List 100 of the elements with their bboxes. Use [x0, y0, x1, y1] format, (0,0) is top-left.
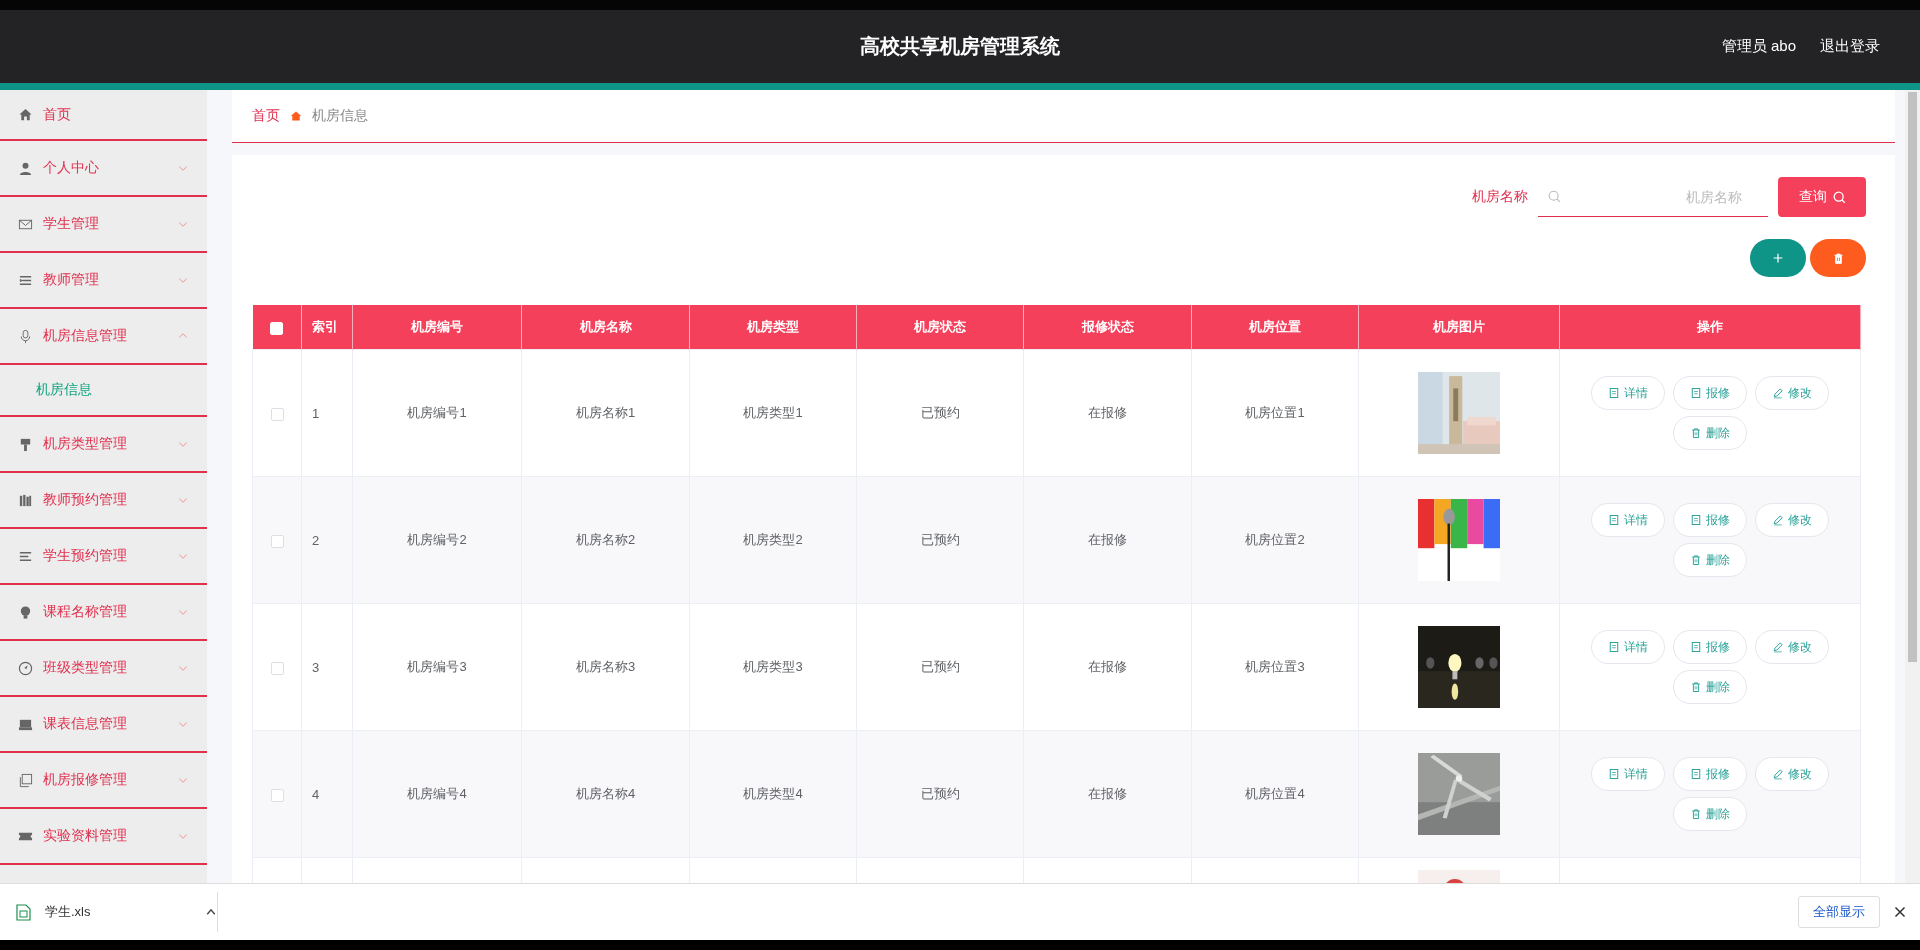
row-checkbox[interactable]	[270, 788, 284, 802]
table-cell: 已预约	[920, 659, 960, 674]
books-icon	[18, 492, 33, 508]
table-cell: 机房名称2	[575, 532, 636, 547]
document-icon	[1690, 641, 1702, 653]
logout-link[interactable]: 退出登录	[1820, 37, 1880, 56]
home-icon	[18, 107, 33, 122]
table-cell: 机房位置4	[1245, 786, 1305, 801]
document-icon	[1608, 641, 1620, 653]
action-button[interactable]: 修改	[1755, 376, 1829, 410]
table-cell: 机房名称4	[575, 786, 636, 801]
table-cell: 机房类型2	[743, 532, 803, 547]
table-cell: 在报修	[1088, 405, 1127, 420]
close-icon[interactable]	[1894, 906, 1906, 918]
table-cell: 机房名称1	[575, 405, 636, 420]
trash-icon	[1690, 427, 1702, 439]
document-icon	[1608, 387, 1620, 399]
table-cell: 机房编号3	[407, 659, 467, 674]
pencil-icon	[1772, 514, 1784, 526]
table-cell: 机房类型4	[743, 786, 803, 801]
document-icon	[1608, 768, 1620, 780]
user-icon	[18, 160, 33, 176]
table-cell: 机房编号1	[407, 405, 467, 420]
action-button[interactable]: 修改	[1755, 757, 1829, 791]
trash-icon	[1690, 554, 1702, 566]
column-header: 报修状态	[1081, 319, 1134, 334]
delete-button[interactable]	[1810, 239, 1866, 277]
search-input[interactable]: 机房名称	[1567, 187, 1758, 206]
column-header: 机房图片	[1433, 319, 1485, 334]
column-header: 机房状态	[914, 319, 966, 334]
document-icon	[1690, 768, 1702, 780]
row-checkbox[interactable]	[270, 661, 284, 675]
action-button[interactable]: 删除	[1673, 797, 1747, 831]
submenu-item[interactable]: 机房信息	[36, 381, 92, 399]
microphone-icon	[18, 328, 33, 344]
action-button[interactable]: 详情	[1591, 376, 1665, 410]
action-button[interactable]: 报修	[1673, 503, 1747, 537]
compass-icon	[18, 660, 33, 676]
app-title: 高校共享机房管理系统	[860, 34, 1060, 59]
table-cell: 1	[312, 405, 320, 421]
table-cell: 在报修	[1088, 659, 1127, 674]
trash-icon	[1831, 251, 1845, 265]
column-header: 索引	[312, 319, 338, 334]
table-cell: 机房编号4	[407, 786, 467, 801]
copy-icon	[18, 772, 33, 788]
row-checkbox[interactable]	[270, 534, 284, 548]
action-button[interactable]: 删除	[1673, 670, 1747, 704]
table-cell: 在报修	[1088, 532, 1127, 547]
column-header: 操作	[1697, 319, 1723, 334]
table-cell: 已预约	[920, 532, 960, 547]
pencil-icon	[1772, 387, 1784, 399]
admin-label: 管理员 abo	[1721, 37, 1796, 56]
table-cell: 3	[312, 659, 320, 675]
action-button[interactable]: 报修	[1673, 376, 1747, 410]
show-all-button[interactable]: 全部显示	[1798, 896, 1880, 928]
column-header: 机房类型	[747, 319, 799, 334]
plus-icon	[1771, 251, 1785, 265]
table-cell: 已预约	[920, 405, 960, 420]
pencil-icon	[1772, 641, 1784, 653]
download-file-name[interactable]: 学生.xls	[45, 903, 191, 921]
select-all-checkbox[interactable]	[270, 321, 284, 335]
bulb-icon	[18, 604, 33, 620]
spreadsheet-icon	[16, 903, 31, 921]
column-header: 机房名称	[579, 319, 632, 334]
table-cell: 2	[312, 532, 320, 548]
scrollbar[interactable]	[1905, 90, 1920, 883]
search-label: 机房名称	[1472, 188, 1528, 206]
table-cell: 机房名称3	[575, 659, 636, 674]
table-cell: 已预约	[920, 786, 960, 801]
action-button[interactable]: 报修	[1673, 630, 1747, 664]
action-button[interactable]: 删除	[1673, 416, 1747, 450]
home-icon	[290, 110, 302, 122]
table-cell: 机房类型3	[743, 659, 803, 674]
query-button[interactable]: 查询	[1778, 177, 1866, 217]
row-checkbox[interactable]	[270, 407, 284, 421]
table-cell: 在报修	[1088, 786, 1127, 801]
add-button[interactable]	[1750, 239, 1806, 277]
column-header: 机房位置	[1249, 319, 1301, 334]
action-button[interactable]: 修改	[1755, 503, 1829, 537]
search-icon	[1832, 190, 1846, 204]
table-cell: 机房编号2	[407, 532, 467, 547]
search-icon	[1548, 190, 1561, 203]
trash-icon	[1690, 808, 1702, 820]
pencil-icon	[1772, 768, 1784, 780]
document-icon	[1690, 387, 1702, 399]
table-cell: 机房类型1	[743, 405, 803, 420]
table-cell: 机房位置2	[1245, 532, 1305, 547]
breadcrumb-current: 机房信息	[312, 107, 368, 125]
action-button[interactable]: 详情	[1591, 757, 1665, 791]
action-button[interactable]: 详情	[1591, 630, 1665, 664]
document-icon	[1608, 514, 1620, 526]
table-cell: 机房位置1	[1245, 405, 1305, 420]
breadcrumb-link[interactable]: 首页	[252, 107, 280, 125]
action-button[interactable]: 详情	[1591, 503, 1665, 537]
table-cell: 机房位置3	[1245, 659, 1305, 674]
action-button[interactable]: 修改	[1755, 630, 1829, 664]
table-cell: 4	[312, 786, 320, 802]
document-icon	[1690, 514, 1702, 526]
action-button[interactable]: 报修	[1673, 757, 1747, 791]
action-button[interactable]: 删除	[1673, 543, 1747, 577]
